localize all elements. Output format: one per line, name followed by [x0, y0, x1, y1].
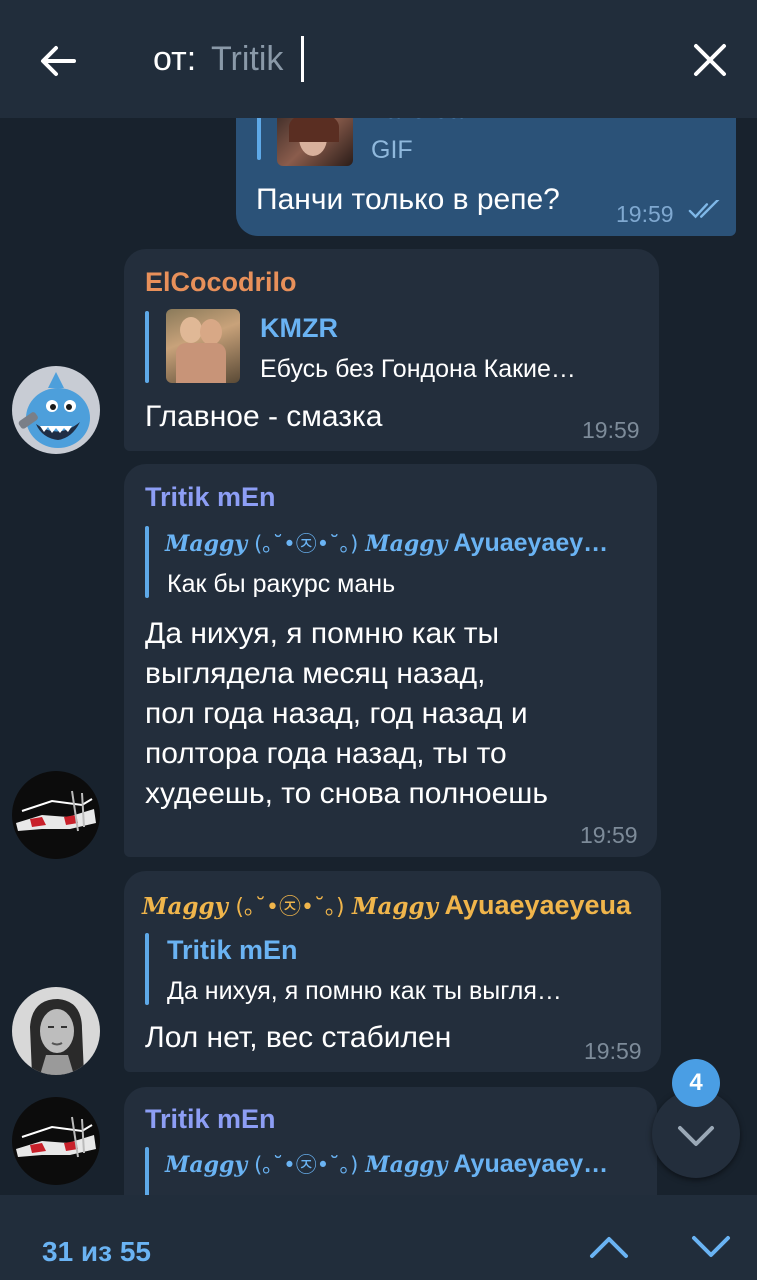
- anime-eyes-avatar-icon: [12, 771, 100, 859]
- sender-name[interactable]: ElCocodrilo: [145, 267, 297, 298]
- reply-sender-name: KMZR: [260, 313, 338, 343]
- search-header: от: Tritik: [0, 0, 757, 118]
- avatar[interactable]: [12, 366, 100, 454]
- search-result-counter: 31 из 55: [42, 1236, 151, 1267]
- incoming-message[interactable]: ElCocodrilo KMZR Ебусь без Гондона Какие…: [124, 249, 659, 451]
- incoming-message[interactable]: Tritik mEn Maggy (｡˘•㉨•˘｡) Maggy Ayuaeya…: [124, 464, 657, 857]
- message-text-line: Да нихуя, я помню как ты: [145, 617, 500, 650]
- message-time: 19:59: [616, 201, 674, 227]
- reply-quote-bar: [145, 311, 149, 383]
- message-time: 19:59: [584, 1038, 642, 1064]
- text-cursor: [301, 36, 304, 82]
- reply-quote-bar: [145, 933, 149, 1005]
- reply-photo-thumbnail: [166, 309, 240, 383]
- reply-preview: GIF: [371, 136, 413, 164]
- reply-preview: Да нихуя, я помню как ты выгля…: [167, 977, 562, 1005]
- message-text-line: полтора года назад, ты то: [145, 737, 507, 770]
- message-text: Главное - смазка: [145, 400, 383, 433]
- sender-name[interactable]: Tritik mEn: [145, 1104, 276, 1135]
- shark-avatar-icon: [12, 366, 100, 454]
- girl-photo-avatar-icon: [12, 987, 100, 1075]
- avatar[interactable]: [12, 987, 100, 1075]
- close-icon[interactable]: [690, 40, 730, 80]
- back-arrow-icon[interactable]: [36, 38, 82, 84]
- sender-name[interactable]: Maggy (｡˘•㉨•˘｡) Maggy Ayuaeyaeyeua: [142, 889, 631, 921]
- avatar[interactable]: [12, 1097, 100, 1185]
- reply-sender-name: Maggy (｡˘•㉨•˘｡) Maggy Ayuaeyaey…: [165, 1150, 609, 1178]
- message-time: 19:59: [582, 417, 640, 443]
- message-text: Лол нет, вес стабилен: [145, 1021, 452, 1054]
- message-time: 19:59: [580, 822, 638, 848]
- read-checkmarks-icon: [688, 200, 720, 219]
- chevron-down-icon[interactable]: [690, 1232, 732, 1262]
- reply-quote-bar: [145, 526, 149, 598]
- chevron-up-icon[interactable]: [588, 1232, 630, 1262]
- reply-preview: Как бы ракурс мань: [167, 570, 396, 598]
- search-filter-prefix[interactable]: от:: [153, 40, 196, 79]
- message-text-line: худеешь, то снова полноешь: [145, 777, 548, 810]
- message-text-line: пол года назад, год назад и: [145, 697, 528, 730]
- reply-preview: Ебусь без Гондона Какие…: [260, 355, 576, 383]
- message-text-line: выглядела месяц назад,: [145, 657, 486, 690]
- unread-count-badge: 4: [672, 1059, 720, 1107]
- message-text: Панчи только в репе?: [256, 183, 560, 216]
- sender-name[interactable]: Tritik mEn: [145, 482, 276, 513]
- reply-sender-name: Tritik mEn: [167, 935, 298, 965]
- avatar[interactable]: [12, 771, 100, 859]
- reply-sender-name: Maggy (｡˘•㉨•˘｡) Maggy Ayuaeyaey…: [165, 529, 609, 557]
- incoming-message[interactable]: Maggy (｡˘•㉨•˘｡) Maggy Ayuaeyaeyeua Triti…: [124, 871, 661, 1072]
- anime-eyes-avatar-icon: [12, 1097, 100, 1185]
- search-input[interactable]: Tritik: [211, 40, 283, 79]
